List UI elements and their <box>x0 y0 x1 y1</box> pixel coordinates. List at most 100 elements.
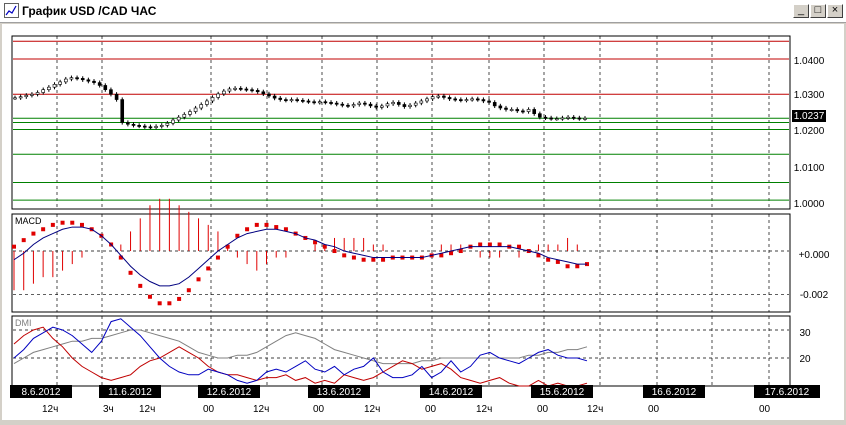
candle-body <box>159 125 164 127</box>
hour-label: 00 <box>203 404 215 415</box>
candle-body <box>137 125 141 127</box>
signal-dot <box>215 255 220 260</box>
candle-body <box>255 90 260 93</box>
dmi-axis-label: 30 <box>799 328 811 339</box>
candle-body <box>413 102 418 106</box>
candle-body <box>143 125 147 128</box>
candle-body <box>13 97 17 100</box>
candle-body <box>69 77 74 80</box>
candle-body <box>436 95 441 98</box>
price-axis-label: 1.0100 <box>794 163 825 174</box>
close-button[interactable]: × <box>827 4 843 18</box>
svg-text:12.6.2012: 12.6.2012 <box>207 387 252 398</box>
candle-body <box>402 104 407 107</box>
candle-body <box>176 116 181 121</box>
time-axis: 8.6.2012 11.6.2012 12.6.2012 13.6.2012 1… <box>10 385 820 415</box>
candle-body <box>35 92 40 95</box>
window-title-bar: График USD /CAD ЧАС _ □ × <box>0 0 846 23</box>
signal-dot <box>565 264 570 269</box>
chart-canvas: 1.0400 1.0300 1.0237 1.0200 1.0100 1.000… <box>10 35 830 415</box>
candle-body <box>199 104 204 109</box>
candle-body <box>30 93 34 96</box>
candle-body <box>509 109 514 111</box>
candle-body <box>261 91 266 95</box>
candle-body <box>193 107 198 112</box>
candle-body <box>408 104 412 107</box>
date-label: 11.6.2012 <box>99 385 161 398</box>
signal-dot <box>177 296 182 301</box>
candle-body <box>543 116 548 119</box>
candle-body <box>210 97 215 102</box>
date-label: 15.6.2012 <box>531 385 593 398</box>
price-panel[interactable]: 1.0400 1.0300 1.0237 1.0200 1.0100 1.000… <box>11 35 826 210</box>
signal-dot <box>245 227 250 232</box>
candle-body <box>560 117 565 120</box>
candle-body <box>334 102 339 105</box>
chart-app-icon <box>4 3 19 18</box>
signal-dot <box>186 288 191 293</box>
maximize-button[interactable]: □ <box>810 4 826 18</box>
date-label: 14.6.2012 <box>420 385 482 398</box>
candle-body <box>430 96 435 100</box>
candle-body <box>171 119 175 124</box>
signal-dot <box>342 253 347 258</box>
current-price-label: 1.0237 <box>794 111 825 122</box>
signal-dot <box>196 277 201 282</box>
candle-body <box>97 82 102 86</box>
candle-body <box>323 101 328 104</box>
candle-body <box>374 105 378 108</box>
signal-dot <box>361 257 366 262</box>
minimize-button[interactable]: _ <box>793 4 809 18</box>
candle-body <box>63 78 68 83</box>
candle-body <box>75 77 79 80</box>
candle-body <box>126 122 130 125</box>
dmi-axis-label: 20 <box>799 354 811 365</box>
candle-body <box>447 97 452 100</box>
candle-body <box>475 98 480 101</box>
candle-body <box>385 103 390 107</box>
candle-body <box>58 81 62 85</box>
date-label: 12.6.2012 <box>198 385 260 398</box>
hour-label: 12ч <box>476 404 492 415</box>
candle-body <box>577 117 582 120</box>
candle-body <box>86 79 91 82</box>
hour-label: 00 <box>759 404 771 415</box>
signal-dot <box>50 222 55 227</box>
signal-dot <box>351 255 356 260</box>
candle-body <box>487 100 491 103</box>
hour-label: 12ч <box>587 404 603 415</box>
signal-dot <box>497 242 502 247</box>
hour-label: 00 <box>537 404 549 415</box>
macd-axis-label: +0.000 <box>799 250 830 261</box>
macd-axis-label: -0.002 <box>800 290 829 301</box>
candle-body <box>453 98 457 101</box>
candle-body <box>515 109 520 112</box>
svg-text:8.6.2012: 8.6.2012 <box>22 387 61 398</box>
candle-body <box>368 103 373 107</box>
candle-body <box>205 100 209 105</box>
candle-body <box>222 90 226 95</box>
dmi-panel[interactable]: DMI 30 20 <box>11 315 811 387</box>
candle-body <box>18 96 23 99</box>
hour-label: 00 <box>425 404 437 415</box>
price-axis-label: 1.0300 <box>794 90 825 101</box>
candle-body <box>583 117 587 120</box>
dmi-panel-label: DMI <box>15 318 32 328</box>
hour-label: 12ч <box>253 404 269 415</box>
candle-body <box>103 85 108 90</box>
candle-body <box>52 84 57 88</box>
hour-label: 00 <box>313 404 325 415</box>
macd-panel[interactable]: MACD +0.000 -0.002 <box>11 198 830 313</box>
price-axis-label: 1.0200 <box>794 126 825 137</box>
candle-body <box>24 95 29 98</box>
signal-dot <box>478 242 483 247</box>
hour-label: 12ч <box>364 404 380 415</box>
date-label: 13.6.2012 <box>308 385 370 398</box>
svg-text:16.6.2012: 16.6.2012 <box>652 387 697 398</box>
candle-body <box>109 89 113 95</box>
svg-text:14.6.2012: 14.6.2012 <box>429 387 474 398</box>
candle-body <box>312 101 316 104</box>
candle-body <box>165 122 170 126</box>
candle-body <box>351 104 356 107</box>
candle-body <box>492 102 497 107</box>
